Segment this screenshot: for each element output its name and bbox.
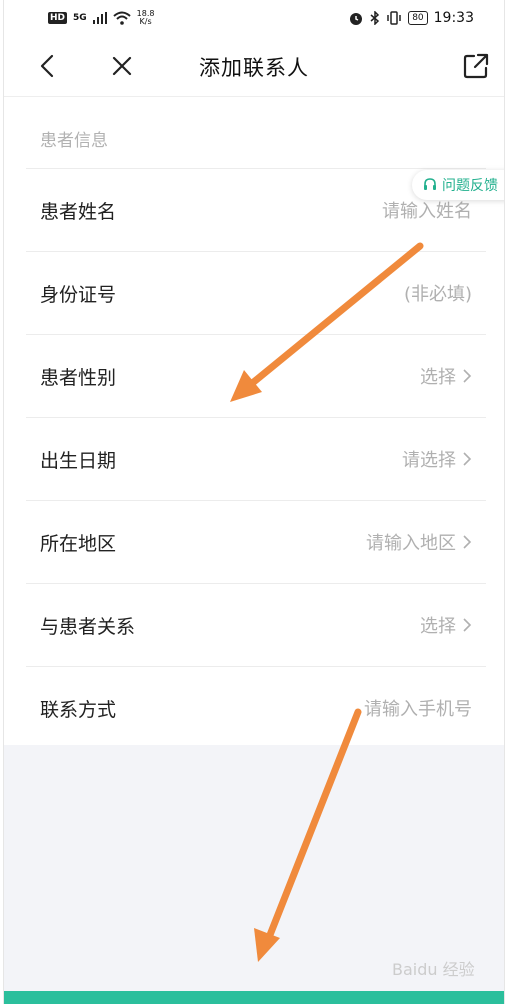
field-placeholder: 选择 bbox=[420, 367, 456, 388]
nav-header: 添加联系人 bbox=[4, 38, 504, 97]
chevron-right-icon bbox=[463, 452, 472, 466]
watermark-logo: Baidu 经验 bbox=[392, 960, 475, 979]
field-placeholder: 选择 bbox=[420, 616, 456, 637]
feedback-button[interactable]: 问题反馈 bbox=[412, 170, 504, 200]
external-link-icon[interactable] bbox=[460, 50, 492, 82]
network-type: 5G bbox=[73, 13, 87, 23]
phone-screen: HD 5G 18.8 K/s 80 19:33 添加联系人 患者信息 患者姓名 … bbox=[3, 0, 505, 1004]
status-time: 19:33 bbox=[433, 10, 474, 26]
field-label: 患者姓名 bbox=[40, 201, 117, 223]
chevron-right-icon bbox=[463, 369, 472, 383]
network-speed-unit: K/s bbox=[139, 17, 152, 26]
field-label: 联系方式 bbox=[40, 699, 117, 721]
field-gender[interactable]: 患者性别 选择 bbox=[26, 334, 486, 417]
submit-button[interactable] bbox=[4, 991, 504, 1004]
status-bar: HD 5G 18.8 K/s 80 19:33 bbox=[4, 0, 504, 38]
field-label: 身份证号 bbox=[40, 284, 117, 306]
vibrate-icon bbox=[387, 11, 401, 25]
phone-input[interactable]: 请输入手机号 bbox=[364, 695, 472, 721]
field-birth-date[interactable]: 出生日期 请选择 bbox=[26, 417, 486, 500]
name-input[interactable]: 请输入姓名 bbox=[382, 197, 472, 223]
field-region[interactable]: 所在地区 请输入地区 bbox=[26, 500, 486, 583]
network-speed: 18.8 K/s bbox=[137, 10, 155, 26]
wifi-icon bbox=[113, 11, 131, 25]
gender-select[interactable]: 选择 bbox=[420, 363, 472, 389]
birth-date-select[interactable]: 请选择 bbox=[402, 446, 472, 472]
chevron-right-icon bbox=[463, 535, 472, 549]
field-placeholder: 请输入地区 bbox=[366, 533, 456, 554]
bluetooth-icon bbox=[370, 11, 380, 25]
field-label: 所在地区 bbox=[40, 533, 117, 555]
signal-icon bbox=[92, 12, 107, 24]
hd-badge: HD bbox=[48, 12, 68, 24]
field-placeholder: (非必填) bbox=[403, 284, 472, 305]
field-placeholder: 请输入手机号 bbox=[364, 699, 472, 720]
chevron-right-icon bbox=[463, 618, 472, 632]
field-placeholder: 请输入姓名 bbox=[382, 201, 472, 222]
section-label: 患者信息 bbox=[40, 131, 108, 151]
field-placeholder: 请选择 bbox=[402, 450, 456, 471]
field-id-number[interactable]: 身份证号 (非必填) bbox=[26, 251, 486, 334]
page-title: 添加联系人 bbox=[199, 56, 309, 80]
form-fields: 患者姓名 请输入姓名 身份证号 (非必填) 患者性别 选择 出生日期 请选择 所… bbox=[26, 168, 486, 749]
field-label: 患者性别 bbox=[40, 367, 117, 389]
field-contact[interactable]: 联系方式 请输入手机号 bbox=[26, 666, 486, 749]
region-select[interactable]: 请输入地区 bbox=[366, 529, 472, 555]
headset-icon bbox=[424, 178, 436, 190]
relationship-select[interactable]: 选择 bbox=[420, 612, 472, 638]
battery-indicator: 80 bbox=[408, 11, 428, 25]
field-label: 出生日期 bbox=[40, 450, 117, 472]
field-relationship[interactable]: 与患者关系 选择 bbox=[26, 583, 486, 666]
empty-area bbox=[4, 745, 504, 991]
alarm-icon bbox=[350, 13, 363, 25]
id-number-input[interactable]: (非必填) bbox=[404, 280, 472, 306]
field-label: 与患者关系 bbox=[40, 616, 136, 638]
feedback-label: 问题反馈 bbox=[442, 178, 498, 194]
